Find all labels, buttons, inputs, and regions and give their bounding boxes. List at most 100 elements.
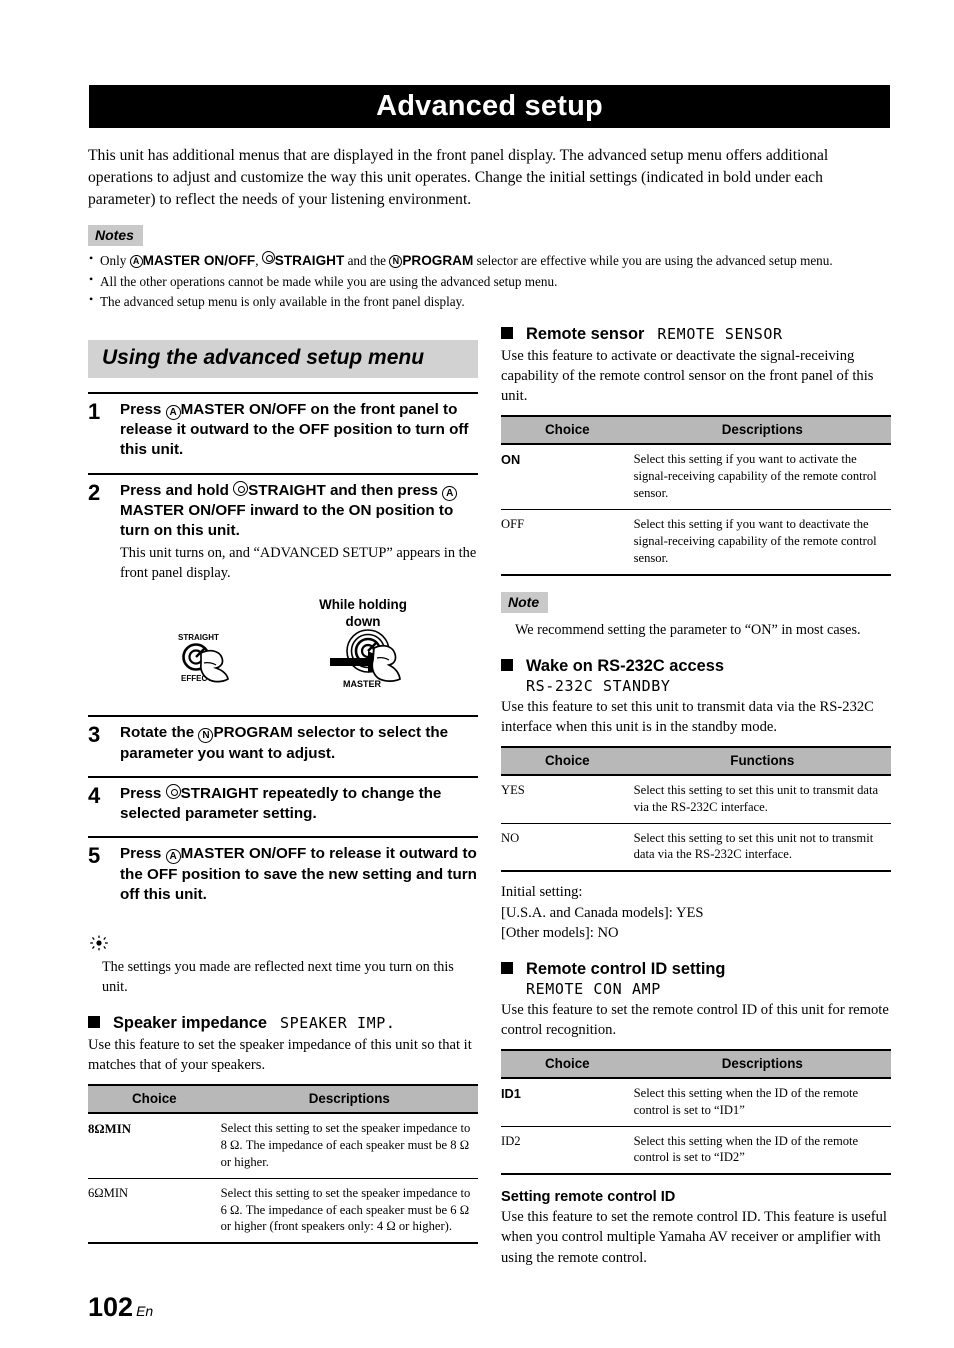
table-cell-desc: Select this setting if you want to deact… — [633, 508, 891, 576]
table-cell-choice: NO — [501, 822, 634, 873]
table-row: 6ΩMIN Select this setting to set the spe… — [88, 1177, 478, 1245]
step-term: PROGRAM — [213, 724, 293, 742]
step-heading: Press A MASTER ON/OFF on the front panel … — [120, 400, 478, 461]
initial-setting-line: [Other models]: NO — [501, 925, 619, 942]
page-language: En — [136, 1303, 154, 1319]
remote-id-section: Remote control ID setting REMOTE CON AMP… — [501, 960, 891, 1268]
table-row: YES Select this setting to set this unit… — [501, 773, 891, 823]
table-header-row: Choice Descriptions — [501, 415, 891, 445]
step-3: 3 Rotate the N PROGRAM selector to select… — [88, 715, 478, 775]
step-5: 5 Press A MASTER ON/OFF to release it out… — [88, 836, 478, 917]
bullet-square-icon — [501, 327, 513, 339]
master-knob-illustration: MASTER — [336, 625, 426, 700]
page-footer: 102 En — [88, 1292, 153, 1323]
remote-id-desc: Use this feature to set the remote contr… — [501, 1001, 889, 1038]
table-header-descriptions: Descriptions — [220, 1084, 478, 1113]
remote-sensor-heading: Remote sensor REMOTE SENSOR — [501, 325, 891, 344]
note-term-program: PROGRAM — [402, 253, 474, 268]
table-header-choice: Choice — [501, 745, 634, 775]
note-item: Only AMASTER ON/OFF, STRAIGHT and the NP… — [88, 250, 892, 271]
table-row: ON Select this setting if you want to ac… — [501, 443, 891, 510]
marker-n-icon: N — [198, 728, 214, 744]
step-term: STRAIGHT — [248, 481, 326, 499]
straight-knob-svg: STRAIGHT EFFECT — [178, 633, 229, 683]
speaker-impedance-table: Choice Descriptions 8ΩMIN Select this se… — [88, 1084, 478, 1245]
remote-sensor-display-text: REMOTE SENSOR — [657, 325, 783, 343]
left-column: Using the advanced setup menu 1 Press AM… — [88, 340, 478, 1245]
step-text-mid: and then press — [325, 481, 443, 499]
table-cell-desc: Select this setting when the ID of the r… — [633, 1076, 891, 1127]
table-header-functions: Functions — [633, 745, 891, 775]
notes-list: Only AMASTER ON/OFF, STRAIGHT and the NP… — [88, 250, 892, 311]
wake-rs232c-desc: Use this feature to set this unit to tra… — [501, 698, 874, 735]
speaker-impedance-desc: Use this feature to set the speaker impe… — [88, 1036, 472, 1073]
marker-c-icon — [165, 783, 181, 799]
note-label: Note — [501, 591, 549, 613]
page-title-banner: Advanced setup — [89, 85, 890, 128]
table-header-choice: Choice — [501, 1048, 634, 1078]
table-cell-desc: Select this setting if you want to activ… — [633, 443, 891, 510]
note-sep1: , — [255, 253, 262, 268]
table-header-choice: Choice — [501, 415, 634, 445]
table-row: NO Select this setting to set this unit … — [501, 822, 891, 873]
page-number: 102 — [88, 1292, 134, 1322]
table-cell-desc: Select this setting to set this unit not… — [633, 822, 891, 873]
table-row: 8ΩMIN Select this setting to set the spe… — [88, 1111, 478, 1179]
table-header-choice: Choice — [88, 1084, 221, 1113]
step-number: 5 — [88, 843, 101, 869]
step-4: 4 Press STRAIGHT repeatedly to change th… — [88, 775, 478, 836]
notes-label: Notes — [88, 225, 143, 246]
step-text-pre: Press — [120, 845, 166, 863]
table-row: ID1 Select this setting when the ID of t… — [501, 1076, 891, 1127]
tip-text: The settings you made are reflected next… — [102, 959, 454, 995]
table-cell-choice: ON — [501, 443, 634, 510]
step-text-pre: Press and hold — [120, 481, 234, 499]
knob-label-straight: STRAIGHT — [178, 633, 219, 642]
intro-paragraph: This unit has additional menus that are … — [88, 147, 829, 209]
section-heading-band: Using the advanced setup menu — [88, 340, 478, 378]
right-column: Remote sensor REMOTE SENSOR Use this fea… — [501, 325, 891, 1268]
note-term-straight: STRAIGHT — [274, 253, 345, 268]
tip-sun-icon — [90, 935, 108, 951]
step-number: 4 — [88, 782, 101, 808]
marker-n-icon: N — [389, 255, 403, 268]
step-term-2: MASTER ON/OFF — [120, 501, 246, 519]
step-number: 2 — [88, 479, 101, 505]
table-cell-desc: Select this setting when the ID of the r… — [633, 1125, 891, 1176]
step-2: 2 Press and hold STRAIGHT and then press… — [88, 472, 478, 716]
wake-rs232c-heading: Wake on RS-232C access — [501, 657, 891, 676]
table-row: OFF Select this setting if you want to d… — [501, 508, 891, 576]
table-header-descriptions: Descriptions — [633, 415, 891, 445]
setting-remote-id-heading: Setting remote control ID — [501, 1189, 676, 1206]
note-item: All the other operations cannot be made … — [88, 271, 892, 291]
remote-id-heading: Remote control ID setting — [501, 960, 891, 979]
initial-setting-block: Initial setting: [U.S.A. and Canada mode… — [501, 882, 891, 943]
master-knob-svg: MASTER — [343, 629, 401, 689]
remote-sensor-desc: Use this feature to activate or deactiva… — [501, 348, 874, 405]
step-term: MASTER ON/OFF — [180, 401, 307, 418]
speaker-impedance-title: Speaker impedance — [113, 1013, 267, 1032]
bullet-square-icon — [501, 658, 513, 671]
remote-id-display-text: REMOTE CON AMP — [526, 979, 661, 998]
step-text-pre: Rotate the — [120, 724, 199, 742]
note-prefix: Only — [100, 253, 130, 268]
tip-block: The settings you made are reflected next… — [88, 935, 478, 998]
table-cell-choice: OFF — [501, 508, 634, 576]
note-block: Note We recommend setting the parameter … — [501, 591, 891, 641]
straight-knob-illustration: STRAIGHT EFFECT — [170, 629, 256, 700]
diagram-label-line1: While holding — [319, 597, 407, 613]
step-text-pre: Press — [120, 784, 166, 802]
bullet-square-icon — [88, 1015, 100, 1028]
wake-rs232c-title: Wake on RS-232C access — [526, 656, 724, 675]
step-number: 3 — [88, 722, 101, 748]
step-term: MASTER ON/OFF — [180, 845, 307, 863]
table-cell-choice: YES — [501, 773, 634, 823]
hold-straight-diagram: While holding down STRAIGHT EFFECT MASTE… — [88, 597, 478, 701]
table-cell-choice: ID1 — [501, 1076, 634, 1127]
step-heading: Press A MASTER ON/OFF to release it outwa… — [120, 844, 478, 905]
note-text: We recommend setting the parameter to “O… — [515, 621, 861, 638]
initial-setting-line: Initial setting: — [501, 884, 583, 901]
speaker-impedance-heading: Speaker impedance SPEAKER IMP. — [88, 1014, 478, 1033]
table-header-row: Choice Descriptions — [88, 1084, 478, 1113]
notes-block: Notes Only AMASTER ON/OFF, STRAIGHT and … — [88, 225, 892, 312]
